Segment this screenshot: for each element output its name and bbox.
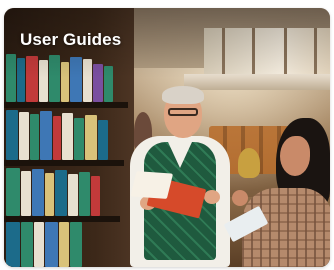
card-title: User Guides: [20, 30, 122, 49]
user-guides-card[interactable]: User Guides: [4, 8, 330, 267]
woman-listening: [223, 118, 330, 267]
